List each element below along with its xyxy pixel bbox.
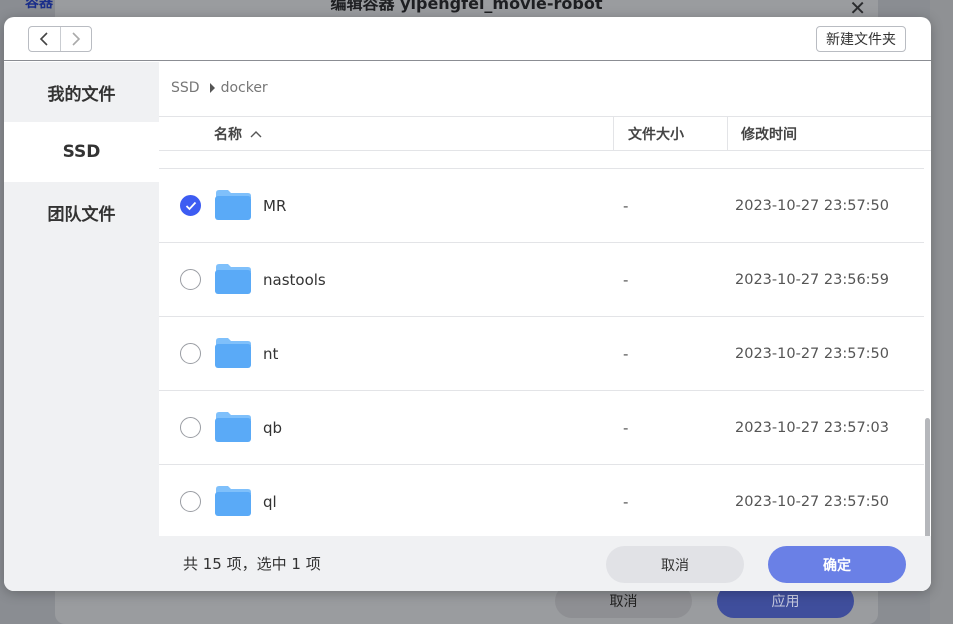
folder-icon: [215, 264, 251, 294]
table-row[interactable]: nt - 2023-10-27 23:57:50: [159, 317, 924, 391]
file-size: -: [623, 271, 629, 289]
history-nav: [28, 26, 92, 52]
row-radio[interactable]: [180, 269, 201, 290]
file-name: qb: [263, 419, 283, 437]
forward-button[interactable]: [59, 27, 92, 51]
row-radio[interactable]: [180, 417, 201, 438]
selection-summary: 共 15 项，选中 1 项: [183, 555, 321, 573]
file-modified: 2023-10-27 23:57:50: [735, 198, 889, 214]
dialog-footer: 共 15 项，选中 1 项 取消 确定: [159, 536, 931, 591]
file-rows: MR - 2023-10-27 23:57:50 nastools - 2023…: [159, 168, 924, 539]
folder-icon: [215, 338, 251, 368]
cancel-button[interactable]: 取消: [606, 546, 744, 583]
file-modified: 2023-10-27 23:56:59: [735, 272, 889, 288]
column-header-name[interactable]: 名称: [214, 117, 262, 150]
table-row[interactable]: nastools - 2023-10-27 23:56:59: [159, 243, 924, 317]
folder-icon: [215, 486, 251, 516]
file-name: nastools: [263, 271, 326, 289]
sort-ascending-icon: [250, 130, 262, 137]
toolbar: 新建文件夹: [4, 17, 931, 61]
sidebar-item-my-files[interactable]: 我的文件: [4, 62, 159, 122]
row-radio-selected[interactable]: [180, 195, 201, 216]
file-size: -: [623, 197, 629, 215]
chevron-right-icon: [72, 32, 80, 46]
file-list-panel: SSD docker 名称 文件大小 修改时间 MR - 2023-10-27 …: [159, 62, 931, 591]
folder-picker-dialog: 新建文件夹 我的文件 SSD 团队文件 SSD docker 名称 文件大小 修…: [4, 17, 931, 591]
column-name-label: 名称: [214, 126, 242, 143]
sidebar-item-ssd[interactable]: SSD: [4, 122, 159, 182]
file-size: -: [623, 419, 629, 437]
caret-right-icon: [209, 83, 215, 93]
vertical-scrollbar[interactable]: [925, 418, 930, 552]
breadcrumb: SSD docker: [171, 80, 268, 96]
background-dialog-title: 编辑容器 yipengfei_movie-robot: [330, 0, 603, 13]
file-name: nt: [263, 345, 279, 363]
column-header-modified[interactable]: 修改时间: [727, 117, 931, 150]
breadcrumb-root[interactable]: SSD: [171, 80, 200, 96]
row-radio[interactable]: [180, 343, 201, 364]
background-edge: [930, 0, 953, 624]
sidebar-item-team-files[interactable]: 团队文件: [4, 182, 159, 242]
background-tab: 容器: [25, 0, 53, 11]
table-row[interactable]: qb - 2023-10-27 23:57:03: [159, 391, 924, 465]
file-modified: 2023-10-27 23:57:50: [735, 346, 889, 362]
folder-icon: [215, 412, 251, 442]
new-folder-button[interactable]: 新建文件夹: [816, 26, 906, 52]
column-header-size[interactable]: 文件大小: [613, 117, 727, 150]
file-modified: 2023-10-27 23:57:50: [735, 494, 889, 510]
file-size: -: [623, 345, 629, 363]
confirm-button[interactable]: 确定: [768, 546, 906, 583]
back-button[interactable]: [29, 27, 60, 51]
file-size: -: [623, 493, 629, 511]
table-row[interactable]: ql - 2023-10-27 23:57:50: [159, 465, 924, 539]
check-icon: [185, 201, 196, 210]
folder-icon: [215, 190, 251, 220]
table-row[interactable]: MR - 2023-10-27 23:57:50: [159, 169, 924, 243]
sidebar: 我的文件 SSD 团队文件: [4, 62, 159, 591]
breadcrumb-current[interactable]: docker: [221, 80, 268, 96]
table-header: 名称 文件大小 修改时间: [159, 116, 931, 151]
file-modified: 2023-10-27 23:57:03: [735, 420, 889, 436]
file-name: MR: [263, 197, 287, 215]
chevron-left-icon: [40, 32, 48, 46]
row-radio[interactable]: [180, 491, 201, 512]
file-name: ql: [263, 493, 277, 511]
